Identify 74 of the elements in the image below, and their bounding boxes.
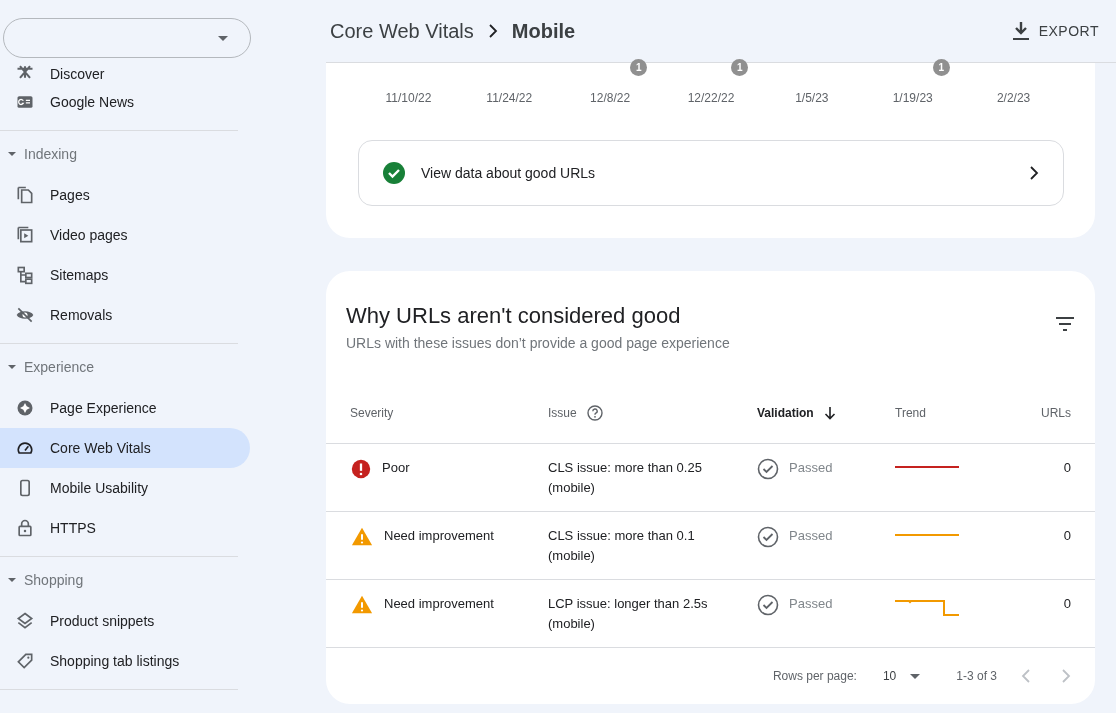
error-icon xyxy=(350,458,372,480)
layers-icon xyxy=(15,611,35,631)
date-label: 2/2/23 xyxy=(996,91,1031,105)
nav-item[interactable]: Shopping tab listings xyxy=(0,641,250,681)
compass-icon xyxy=(15,398,35,418)
date-label: 11/10/22 xyxy=(385,91,432,105)
severity-text: Poor xyxy=(382,459,410,477)
issue-text: LCP issue: longer than 2.5s (mobile) xyxy=(548,595,708,633)
date-label: 12/8/22 xyxy=(590,91,631,105)
section-header[interactable]: Shopping xyxy=(0,559,326,601)
check-circle-icon xyxy=(757,594,779,616)
validation-status: Passed xyxy=(789,595,833,613)
check-circle-icon xyxy=(757,526,779,548)
nav-item[interactable]: Core Web Vitals xyxy=(0,428,250,468)
validation-status: Passed xyxy=(789,459,833,477)
nav-item[interactable]: Google News xyxy=(0,82,250,122)
breadcrumb-item: Mobile xyxy=(511,19,576,43)
nav-item[interactable]: Video pages xyxy=(0,215,250,255)
nav-item[interactable]: Pages xyxy=(0,175,250,215)
export-button[interactable]: EXPORT xyxy=(1008,18,1103,44)
download-icon xyxy=(1012,22,1029,40)
url-count: 0 xyxy=(1063,459,1071,477)
nav-item[interactable]: Discover xyxy=(0,58,250,82)
warning-icon xyxy=(350,526,374,548)
sort-down-icon[interactable] xyxy=(823,406,836,420)
nav-item[interactable]: Mobile Usability xyxy=(0,468,250,508)
pages-icon xyxy=(15,185,35,205)
video-icon xyxy=(15,225,35,245)
nav-item[interactable]: HTTPS xyxy=(0,508,250,548)
page-range: 1-3 of 3 xyxy=(956,669,997,683)
chevron-right-icon xyxy=(487,24,498,38)
column-header[interactable]: Severity xyxy=(350,406,394,420)
rows-per-page-label: Rows per page: xyxy=(772,669,857,683)
check-circle-icon xyxy=(383,162,405,184)
nav-item[interactable]: Product snippets xyxy=(0,601,250,641)
date-label: 1/5/23 xyxy=(795,91,829,105)
check-circle-icon xyxy=(757,458,779,480)
url-count: 0 xyxy=(1063,595,1071,613)
warning-icon xyxy=(350,594,374,616)
section-header[interactable]: Experience xyxy=(0,346,326,388)
url-count: 0 xyxy=(1063,527,1071,545)
rows-per-page-select[interactable]: 10 xyxy=(876,668,927,684)
date-label: 12/22/22 xyxy=(687,91,735,105)
nav-item[interactable]: Removals xyxy=(0,295,250,335)
column-header[interactable]: URLs xyxy=(1041,406,1071,420)
chevron-left-icon xyxy=(1021,669,1031,683)
trend-sparkline xyxy=(895,600,961,616)
breadcrumb-item[interactable]: Core Web Vitals xyxy=(330,19,474,43)
help-icon[interactable] xyxy=(586,405,603,421)
section-title: Why URLs aren't considered good xyxy=(346,303,682,329)
nav-item[interactable]: Sitemaps xyxy=(0,255,250,295)
tag-icon xyxy=(15,651,35,671)
eye-slash-icon xyxy=(15,305,35,325)
validation-status: Passed xyxy=(789,527,833,545)
trend-sparkline xyxy=(895,532,961,538)
trend-sparkline xyxy=(895,464,961,470)
filter-icon[interactable] xyxy=(1055,317,1075,331)
severity-text: Need improvement xyxy=(384,527,494,545)
sitemap-icon xyxy=(15,265,35,285)
date-label: 1/19/23 xyxy=(892,91,933,105)
date-label: 11/24/22 xyxy=(486,91,533,105)
chevron-right-icon xyxy=(1029,166,1039,180)
section-header[interactable]: Indexing xyxy=(0,133,326,175)
severity-text: Need improvement xyxy=(384,595,494,613)
column-header[interactable]: Validation xyxy=(757,406,814,420)
issue-text: CLS issue: more than 0.1 (mobile) xyxy=(548,527,696,565)
issue-text: CLS issue: more than 0.25 (mobile) xyxy=(548,459,703,497)
good-urls-link[interactable]: View data about good URLs xyxy=(358,140,1064,206)
column-header[interactable]: Trend xyxy=(895,406,926,420)
section-subtitle: URLs with these issues don’t provide a good page experience xyxy=(346,335,730,351)
nav-item[interactable]: Page Experience xyxy=(0,388,250,428)
column-header[interactable]: Issue xyxy=(548,406,577,420)
chevron-right-icon xyxy=(1061,669,1071,683)
lock-icon xyxy=(15,518,35,538)
